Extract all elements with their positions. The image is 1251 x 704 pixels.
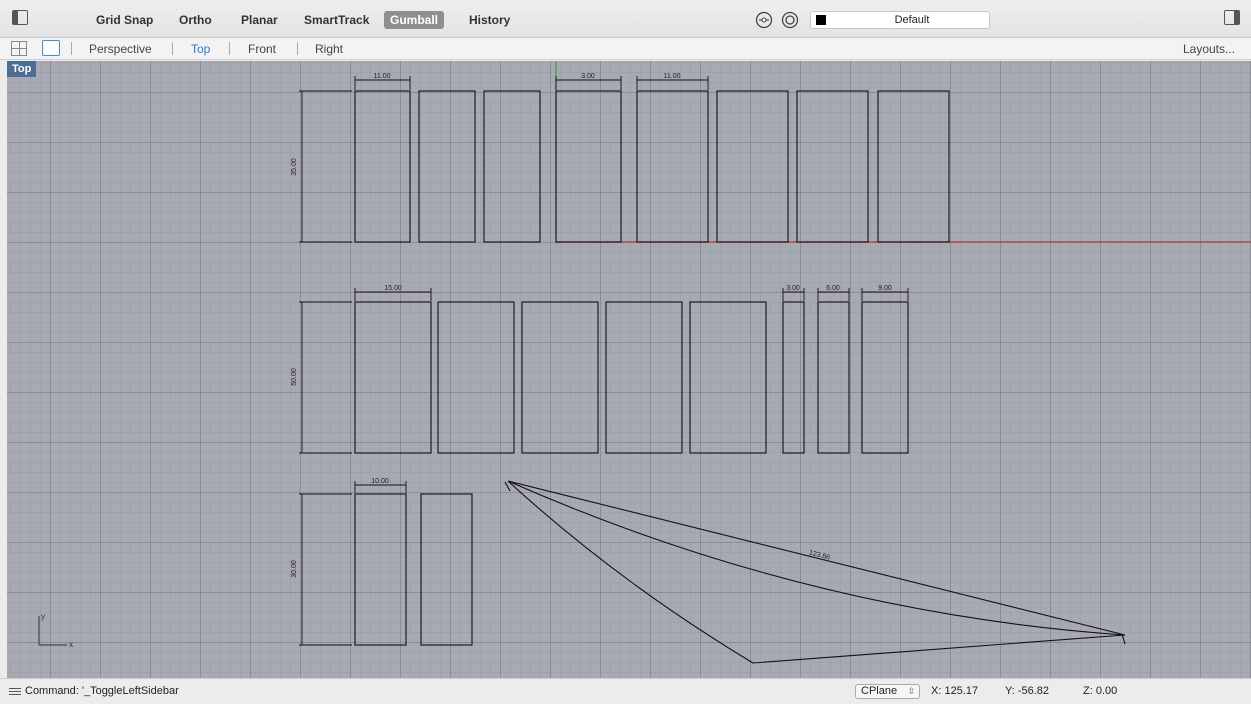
right-sidebar-toggle-icon[interactable] <box>1224 10 1240 25</box>
layer-color-swatch <box>816 15 826 25</box>
dimension-label: 3.00 <box>581 73 595 80</box>
command-line[interactable]: Command: '_ToggleLeftSidebar <box>25 685 179 697</box>
panel-rect[interactable] <box>555 90 622 243</box>
dimension-label: 9.00 <box>878 285 892 292</box>
panel-rect[interactable] <box>782 301 805 454</box>
viewport-tab-bar: Perspective Top Front Right Layouts... <box>0 38 1251 60</box>
tab-separator <box>229 42 230 55</box>
four-viewports-icon[interactable] <box>11 41 27 56</box>
curved-surface-outline[interactable] <box>507 480 1126 664</box>
viewport-title[interactable]: Top <box>7 61 37 77</box>
y-axis-label: y <box>41 612 45 621</box>
panel-rect[interactable] <box>418 90 476 243</box>
smarttrack-toggle[interactable]: SmartTrack <box>298 11 375 29</box>
tab-right[interactable]: Right <box>315 42 343 56</box>
status-bar: Command: '_ToggleLeftSidebar CPlane ⇳ X:… <box>0 678 1251 704</box>
panel-rect[interactable] <box>636 90 709 243</box>
dimension-label: 11.00 <box>664 73 681 80</box>
tab-separator <box>172 42 173 55</box>
target-icon[interactable] <box>781 11 799 29</box>
tab-perspective[interactable]: Perspective <box>89 42 152 56</box>
dimension-label: 15.00 <box>384 285 402 292</box>
panel-rect[interactable] <box>605 301 683 454</box>
dimension-label: 3.00 <box>786 285 800 292</box>
layer-name: Default <box>894 14 930 26</box>
tab-separator <box>297 42 298 55</box>
grid-snap-toggle[interactable]: Grid Snap <box>90 11 159 29</box>
panel-rect[interactable] <box>817 301 850 454</box>
dimension-label: 11.00 <box>374 73 391 80</box>
panel-rect[interactable] <box>354 493 407 646</box>
panel-rect[interactable] <box>354 90 411 243</box>
command-history-icon[interactable] <box>9 688 21 697</box>
tab-top[interactable]: Top <box>191 42 210 56</box>
ortho-toggle[interactable]: Ortho <box>173 11 218 29</box>
single-viewport-icon[interactable] <box>42 40 60 56</box>
top-viewport[interactable]: 35.00 11.00 3.00 11.00 50.00 15.00 3.00 … <box>7 61 1251 678</box>
history-toggle[interactable]: History <box>463 11 516 29</box>
gumball-toggle[interactable]: Gumball <box>384 11 445 29</box>
layer-dropdown[interactable]: Default <box>810 11 990 29</box>
panel-rect[interactable] <box>716 90 789 243</box>
panel-rect[interactable] <box>521 301 599 454</box>
panel-rect[interactable] <box>689 301 767 454</box>
planar-toggle[interactable]: Planar <box>235 11 284 29</box>
x-coordinate: X: 125.17 <box>931 685 979 697</box>
layouts-button[interactable]: Layouts... <box>1183 42 1235 56</box>
left-sidebar-toggle-icon[interactable] <box>12 10 28 25</box>
tab-separator <box>71 42 72 55</box>
dimension-tick <box>504 481 511 492</box>
panel-rect[interactable] <box>437 301 515 454</box>
cplane-dropdown[interactable]: CPlane ⇳ <box>855 684 920 699</box>
stepper-arrows-icon: ⇳ <box>907 686 915 696</box>
curve-length-label: 123.86 <box>808 550 831 562</box>
dimension-label: 6.00 <box>826 285 840 292</box>
panel-rect[interactable] <box>877 90 950 243</box>
dimension-label: 30.00 <box>291 560 298 578</box>
main-toolbar: Grid Snap Ortho Planar SmartTrack Gumbal… <box>0 0 1251 38</box>
dimension-label: 35.00 <box>291 158 298 176</box>
panel-rect[interactable] <box>861 301 909 454</box>
y-coordinate: Y: -56.82 <box>1005 685 1050 697</box>
panel-rect[interactable] <box>354 301 432 454</box>
tab-front[interactable]: Front <box>248 42 276 56</box>
drawing-canvas[interactable]: 35.00 11.00 3.00 11.00 50.00 15.00 3.00 … <box>7 61 1251 678</box>
dimension-label: 10.00 <box>371 478 389 485</box>
osnap-icon[interactable] <box>755 11 773 29</box>
cplane-label: CPlane <box>861 685 898 697</box>
panel-rect[interactable] <box>796 90 869 243</box>
z-coordinate: Z: 0.00 <box>1083 685 1118 697</box>
x-axis-label: x <box>69 640 73 649</box>
dimension-label: 50.00 <box>291 368 298 386</box>
panel-rect[interactable] <box>420 493 473 646</box>
panel-rect[interactable] <box>483 90 541 243</box>
